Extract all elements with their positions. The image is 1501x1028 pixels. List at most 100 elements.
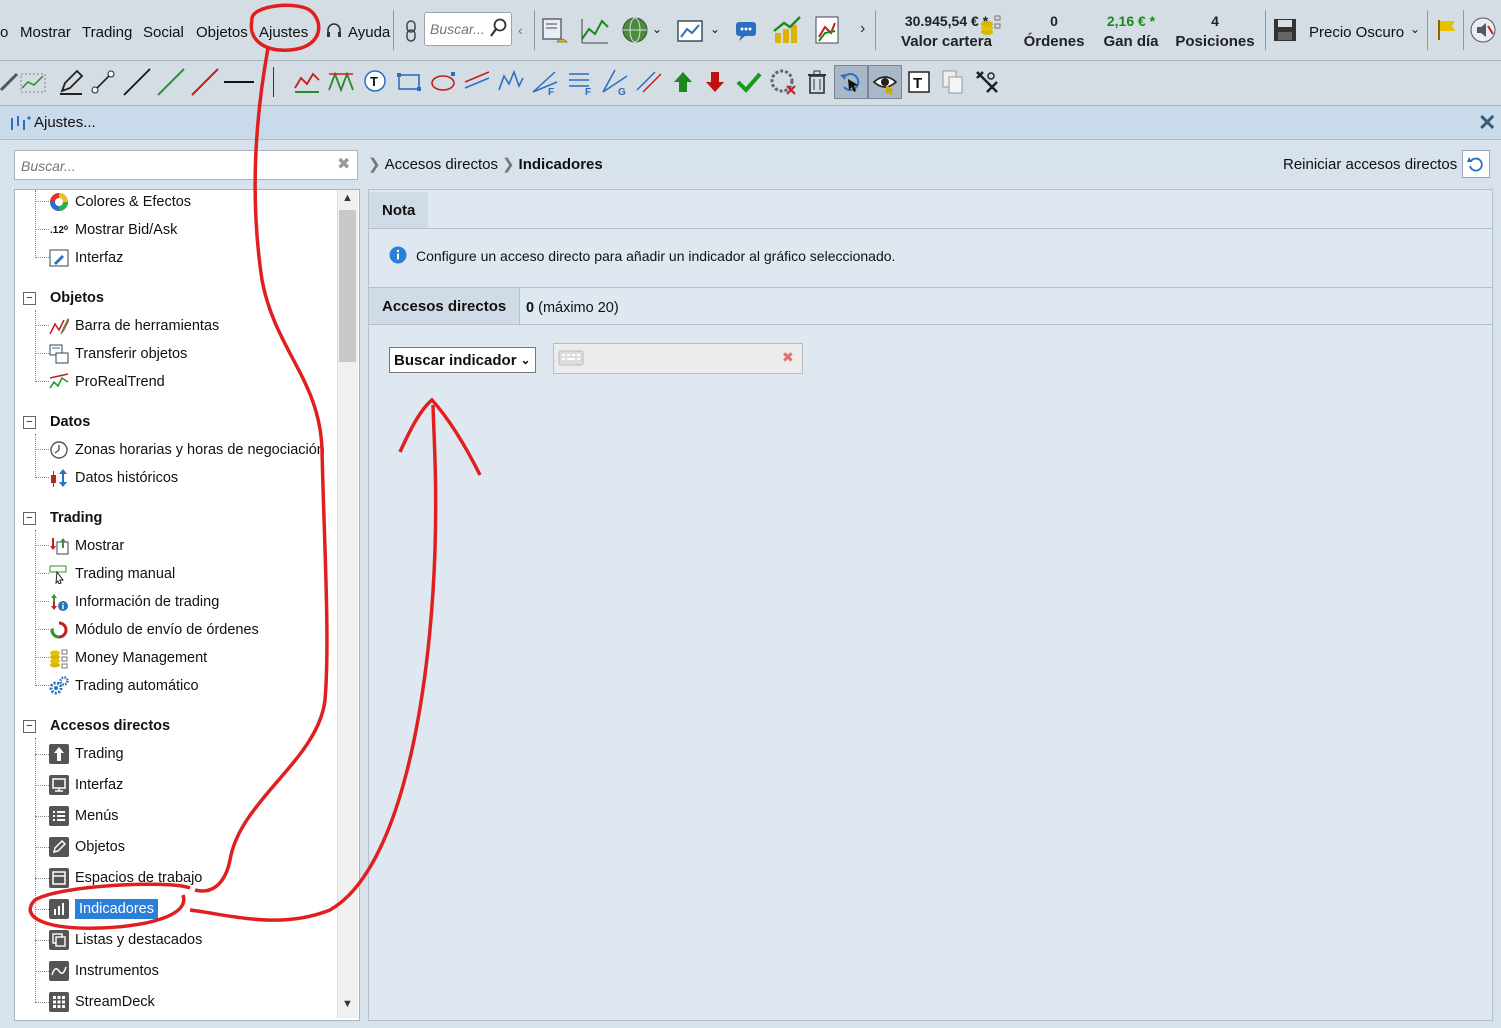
clear-shortcut-icon[interactable]: ✖ [782,349,794,366]
scroll-down-icon[interactable]: ▼ [342,998,353,1010]
sound-off-icon[interactable] [1468,15,1498,45]
sell-arrow-icon[interactable] [700,67,730,97]
top-search-input[interactable] [428,14,492,44]
tree-item-shortcut-streamdeck[interactable]: StreamDeck [49,990,155,1014]
alert-list-icon[interactable] [540,15,570,45]
portfolio-gain-icon[interactable] [772,15,802,45]
close-icon[interactable]: ✕ [1478,110,1496,136]
new-chart-icon[interactable] [676,15,706,45]
magnet-tool-icon[interactable] [972,67,1002,97]
segment-tool-icon[interactable] [88,67,118,97]
tree-item-trading-mostrar[interactable]: Mostrar [49,534,124,558]
chat-icon[interactable] [732,15,762,45]
reset-icon[interactable] [1462,150,1490,178]
fibonacci-fan-icon[interactable]: F [530,67,560,97]
eye-visibility-icon[interactable] [868,65,902,99]
buy-arrow-icon[interactable] [668,67,698,97]
chart-alert-icon[interactable] [580,15,610,45]
fibonacci-retracement-icon[interactable]: F [566,67,596,97]
menu-item-ajustes[interactable]: Ajustes [259,24,308,41]
tree-section-objetos[interactable]: − Objetos [23,287,104,309]
tree-item-money-management[interactable]: Money Management [49,646,207,670]
scroll-left-icon[interactable]: ‹ [518,22,523,38]
menu-item-mostrar[interactable]: Mostrar [20,24,71,41]
delete-settings-icon[interactable] [768,67,798,97]
elliott-wave-icon[interactable] [496,67,526,97]
tree-item-shortcut-menus[interactable]: Menús [49,804,119,828]
copy-icon[interactable] [938,67,968,97]
channel-tool-icon[interactable] [462,67,492,97]
ellipse-tool-icon[interactable] [428,67,458,97]
tree-item-informacion-trading[interactable]: Información de trading [49,590,219,614]
chevron-down-icon[interactable]: ⌄ [710,22,720,36]
scroll-up-icon[interactable]: ▲ [342,192,353,204]
tree-item-shortcut-espacios-trabajo[interactable]: Espacios de trabajo [49,866,202,890]
chevron-down-icon[interactable]: ⌄ [652,22,662,36]
scroll-right-icon[interactable]: › [860,20,865,38]
text-bubble-icon[interactable]: T [360,67,390,97]
rectangle-tool-icon[interactable] [394,67,424,97]
tree-item-trading-manual[interactable]: Trading manual [49,562,175,586]
menu-item-o[interactable]: o [0,24,8,41]
collapse-icon[interactable]: − [23,719,36,733]
reset-shortcuts-label[interactable]: Reiniciar accesos directos [1283,156,1457,173]
tree-item-trading-automatico[interactable]: Trading automático [49,674,199,698]
day-gain-stat[interactable]: 2,16 € * Gan día [1098,13,1164,50]
collapse-icon[interactable]: − [23,415,36,429]
tree-scrollbar[interactable]: ▲ ▼ [337,190,358,1018]
tree-item-datos-historicos[interactable]: Datos históricos [49,466,178,490]
tree-item-shortcut-instrumentos[interactable]: Instrumentos [49,959,159,983]
tree-item-barra-herramientas[interactable]: Barra de herramientas [49,314,219,338]
green-line-icon[interactable] [156,67,186,97]
horizontal-line-icon[interactable] [224,67,254,97]
save-icon[interactable] [1270,15,1300,45]
shortcut-key-input[interactable]: ✖ [553,343,803,374]
chart-area-icon[interactable] [18,67,48,97]
tree-section-accesos-directos[interactable]: − Accesos directos [23,715,170,737]
positions-stat[interactable]: 4 Posiciones [1172,13,1258,50]
tree-item-shortcut-indicadores[interactable]: Indicadores [49,897,158,921]
trend-icon[interactable] [292,67,322,97]
scrollbar-thumb[interactable] [339,210,356,362]
collapse-icon[interactable]: − [23,291,36,305]
clear-search-icon[interactable]: ✖ [337,154,350,174]
collapse-icon[interactable]: − [23,511,36,525]
text-tool-icon[interactable]: T [904,67,934,97]
menu-item-ayuda[interactable]: Ayuda [348,24,390,41]
tree-item-colores-efectos[interactable]: Colores & Efectos [49,190,191,214]
black-line-icon[interactable] [122,67,152,97]
parallel-lines-icon[interactable] [634,67,664,97]
tree-item-shortcut-trading[interactable]: Trading [49,742,124,766]
globe-icon[interactable] [620,15,650,45]
flag-icon[interactable] [1432,15,1462,45]
trading-report-icon[interactable] [812,15,842,45]
tree-item-interfaz[interactable]: Interfaz [49,246,123,270]
undo-cursor-icon[interactable] [834,65,868,99]
orders-stat[interactable]: 0 Órdenes [1018,13,1090,50]
tree-item-prorealtrend[interactable]: ProRealTrend [49,370,165,394]
checkmark-icon[interactable] [734,67,764,97]
tree-section-trading[interactable]: − Trading [23,507,102,529]
trash-icon[interactable] [802,67,832,97]
chevron-down-icon[interactable]: ⌄ [1410,22,1420,36]
tree-item-zonas-horarias[interactable]: Zonas horarias y horas de negociación [49,438,325,462]
tree-item-mostrar-bid-ask[interactable]: .12⁰ Mostrar Bid/Ask [49,218,177,242]
zigzag-icon[interactable] [326,67,356,97]
menu-item-social[interactable]: Social [143,24,184,41]
search-indicator-dropdown[interactable]: Buscar indicador ⌄ [389,347,536,373]
tree-item-transferir-objetos[interactable]: Transferir objetos [49,342,187,366]
tree-item-shortcut-interfaz[interactable]: Interfaz [49,773,123,797]
settings-search-input[interactable] [19,153,323,179]
pencil-icon[interactable] [56,67,86,97]
link-icon[interactable] [396,16,426,46]
red-line-icon[interactable] [190,67,220,97]
breadcrumb-parent[interactable]: Accesos directos [385,156,498,173]
search-icon[interactable] [489,18,507,38]
tree-section-datos[interactable]: − Datos [23,411,90,433]
menu-item-trading[interactable]: Trading [82,24,132,41]
price-mode-label[interactable]: Precio Oscuro [1309,24,1404,41]
tree-item-shortcut-listas[interactable]: Listas y destacados [49,928,202,952]
tree-item-shortcut-objetos[interactable]: Objetos [49,835,125,859]
tree-item-modulo-envio-ordenes[interactable]: Módulo de envío de órdenes [49,618,259,642]
menu-item-objetos[interactable]: Objetos [196,24,248,41]
